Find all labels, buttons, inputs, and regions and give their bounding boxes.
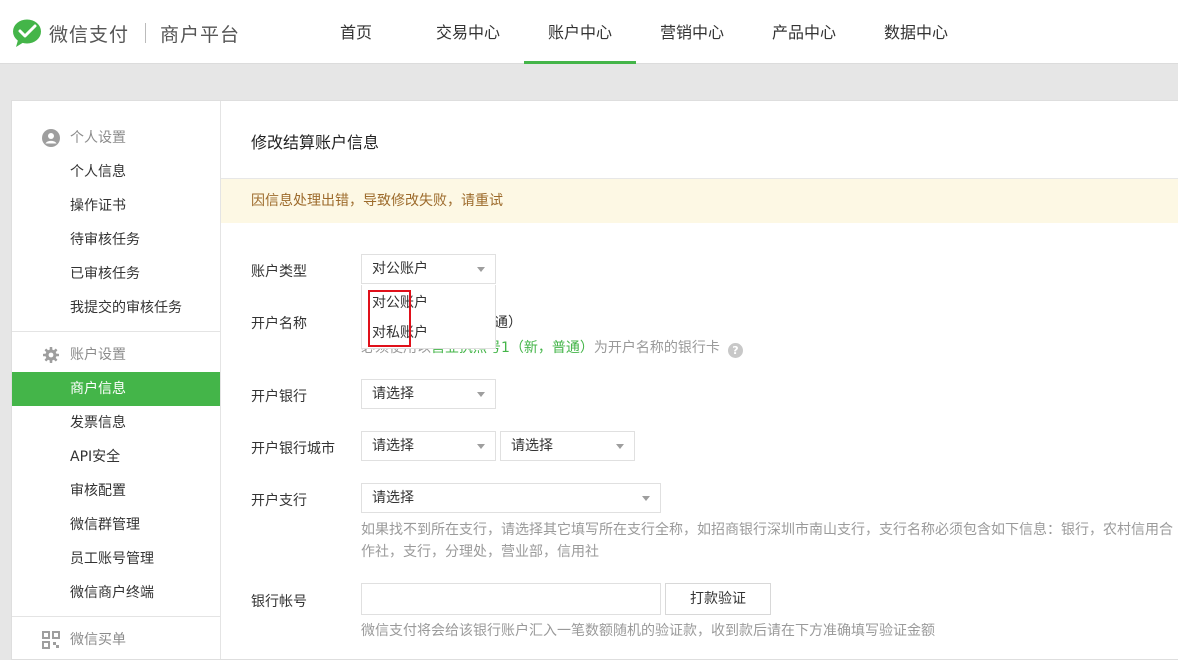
error-alert: 因信息处理出错，导致修改失败，请重试: [221, 179, 1178, 223]
verify-payment-button[interactable]: 打款验证: [665, 583, 771, 615]
nav-home[interactable]: 首页: [300, 0, 412, 64]
wechat-pay-logo-icon: [13, 19, 41, 47]
bank-select-value: 请选择: [372, 386, 414, 402]
sidebar-item-certificate[interactable]: 操作证书: [12, 189, 220, 223]
bank-province-value: 请选择: [372, 438, 414, 454]
platform-name: 商户平台: [160, 23, 241, 46]
nav-transactions[interactable]: 交易中心: [412, 0, 524, 64]
account-name-value-suffix: 通）: [494, 315, 522, 331]
account-type-value: 对公账户: [372, 261, 428, 277]
account-number-label: 银行帐号: [251, 594, 307, 610]
sidebar-group-title: 账户设置: [70, 347, 126, 363]
brand-logo[interactable]: 微信支付 商户平台: [12, 18, 240, 48]
highlight-box: [368, 290, 411, 347]
sidebar-divider: [12, 331, 220, 332]
branch-tip-line2: 作社，支行，分理处，营业部，信用社: [361, 544, 599, 560]
sidebar-item-my-submitted-tasks[interactable]: 我提交的审核任务: [12, 291, 220, 325]
sidebar-item-personal-info[interactable]: 个人信息: [12, 155, 220, 189]
user-icon: [42, 129, 60, 147]
bank-province-select[interactable]: 请选择: [361, 431, 496, 461]
bank-city-value: 请选择: [511, 438, 553, 454]
brand-name: 微信支付: [49, 23, 130, 46]
sidebar-group-title: 微信买单: [70, 632, 126, 648]
nav-account[interactable]: 账户中心: [524, 0, 636, 64]
sidebar-item-pending-tasks[interactable]: 待审核任务: [12, 223, 220, 257]
sidebar-group-title: 个人设置: [70, 130, 126, 146]
nav-marketing[interactable]: 营销中心: [636, 0, 748, 64]
page-title: 修改结算账户信息: [251, 133, 380, 152]
sidebar-item-api-security[interactable]: API安全: [12, 440, 220, 474]
chevron-down-icon: [642, 496, 650, 501]
branch-select-value: 请选择: [372, 490, 414, 506]
sidebar-item-review-config[interactable]: 审核配置: [12, 474, 220, 508]
branch-tip: 如果找不到所在支行，请选择其它填写所在支行全称，如招商银行深圳市南山支行，支行名…: [361, 519, 1173, 563]
help-question-icon[interactable]: ?: [727, 343, 743, 358]
account-number-tip: 微信支付将会给该银行账户汇入一笔数额随机的验证款，收到款后请在下方准确填写验证金…: [361, 623, 935, 639]
top-header: 微信支付 商户平台 首页 交易中心 账户中心 营销中心 产品中心 数据中心: [0, 0, 1178, 64]
chevron-down-icon: [477, 267, 485, 272]
gear-icon: [43, 347, 59, 363]
account-type-select[interactable]: 对公账户: [361, 254, 496, 284]
bank-city-select[interactable]: 请选择: [500, 431, 635, 461]
account-name-label: 开户名称: [251, 316, 307, 332]
nav-products[interactable]: 产品中心: [748, 0, 860, 64]
sidebar-item-reviewed-tasks[interactable]: 已审核任务: [12, 257, 220, 291]
sidebar-item-merchant-terminal[interactable]: 微信商户终端: [12, 576, 220, 610]
branch-tip-line1: 如果找不到所在支行，请选择其它填写所在支行全称，如招商银行深圳市南山支行，支行名…: [361, 522, 1173, 538]
bank-select[interactable]: 请选择: [361, 379, 496, 409]
qrcode-icon: [42, 631, 60, 649]
sidebar-item-wechat-group-mgmt[interactable]: 微信群管理: [12, 508, 220, 542]
chevron-down-icon: [477, 392, 485, 397]
bank-city-label: 开户银行城市: [251, 441, 335, 457]
sidebar-group-personal: 个人设置: [12, 121, 220, 155]
main-panel: 个人设置 个人信息 操作证书 待审核任务 已审核任务 我提交的审核任务 账户设置…: [11, 100, 1178, 660]
sidebar-divider: [12, 616, 220, 617]
sidebar-group-wechat-pay-bill: 微信买单: [12, 623, 220, 657]
brand-divider: [145, 23, 147, 43]
sidebar-group-account: 账户设置: [12, 338, 220, 372]
content-area: 修改结算账户信息 因信息处理出错，导致修改失败，请重试 账户类型 对公账户 开户…: [221, 101, 1178, 659]
sidebar-item-invoice-info[interactable]: 发票信息: [12, 406, 220, 440]
sidebar-item-merchant-info[interactable]: 商户信息: [12, 372, 220, 406]
tip-suffix: 为开户名称的银行卡: [593, 340, 720, 356]
bank-label: 开户银行: [251, 389, 307, 405]
account-number-input[interactable]: [361, 583, 661, 615]
branch-select[interactable]: 请选择: [361, 483, 661, 513]
account-type-label: 账户类型: [251, 264, 307, 280]
sidebar-item-staff-account-mgmt[interactable]: 员工账号管理: [12, 542, 220, 576]
chevron-down-icon: [616, 444, 624, 449]
nav-data[interactable]: 数据中心: [860, 0, 972, 64]
branch-label: 开户支行: [251, 493, 307, 509]
sidebar: 个人设置 个人信息 操作证书 待审核任务 已审核任务 我提交的审核任务 账户设置…: [12, 101, 221, 659]
main-nav: 首页 交易中心 账户中心 营销中心 产品中心 数据中心: [300, 0, 972, 64]
chevron-down-icon: [477, 444, 485, 449]
